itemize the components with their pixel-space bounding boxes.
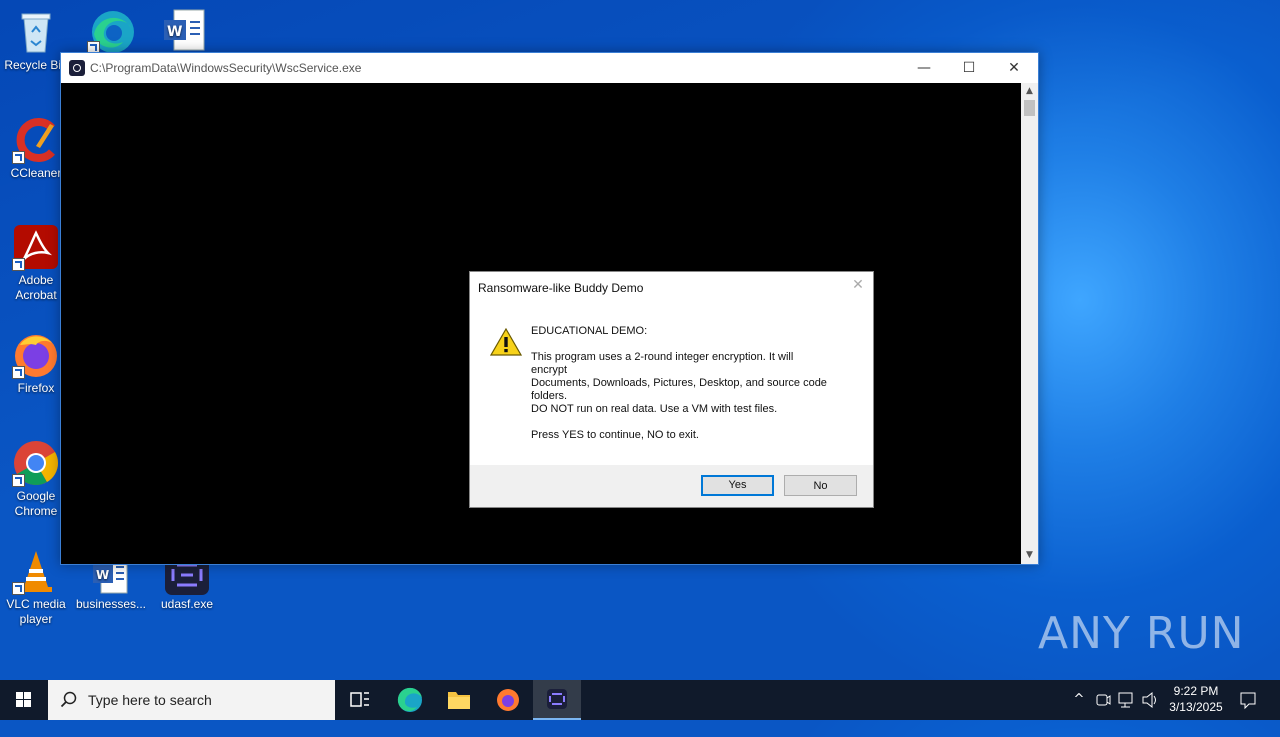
clock-time: 9:22 PM bbox=[1173, 684, 1219, 698]
adobe-acrobat-icon bbox=[12, 223, 60, 271]
taskbar-clock[interactable]: 9:22 PM 3/13/2025 bbox=[1163, 683, 1229, 715]
taskbar-firefox[interactable] bbox=[484, 680, 532, 720]
vlc-cone-icon bbox=[12, 547, 60, 595]
taskbar: Type here to search ^ 9:22 PM 3/13/2025 bbox=[0, 680, 1280, 720]
window-titlebar[interactable]: C:\ProgramData\WindowsSecurity\WscServic… bbox=[61, 53, 1038, 83]
word-document-icon: W bbox=[160, 6, 208, 54]
svg-text:W: W bbox=[167, 24, 182, 40]
shortcut-arrow-icon bbox=[12, 582, 25, 595]
svg-text:W: W bbox=[96, 568, 109, 582]
taskbar-search-box[interactable]: Type here to search bbox=[48, 680, 335, 720]
network-icon[interactable] bbox=[1116, 680, 1136, 720]
scroll-down-arrow-icon[interactable]: ▼ bbox=[1021, 547, 1038, 564]
scroll-up-arrow-icon[interactable]: ▲ bbox=[1021, 83, 1038, 100]
task-view-button[interactable] bbox=[336, 680, 384, 720]
no-button[interactable]: No bbox=[784, 475, 857, 496]
edge-icon bbox=[397, 687, 422, 712]
dialog-button-bar: Yes No bbox=[470, 465, 873, 507]
window-title: C:\ProgramData\WindowsSecurity\WscServic… bbox=[90, 61, 362, 75]
shortcut-arrow-icon bbox=[12, 258, 25, 271]
firefox-icon bbox=[497, 689, 519, 711]
desktop-icon-label: udasf.exe bbox=[160, 597, 214, 611]
scrollbar-thumb[interactable] bbox=[1024, 100, 1035, 116]
notifications-icon[interactable] bbox=[1232, 680, 1264, 720]
maximize-button[interactable]: ☐ bbox=[946, 53, 992, 83]
chrome-icon bbox=[12, 439, 60, 487]
dialog-close-icon[interactable]: ✕ bbox=[849, 276, 867, 294]
task-view-icon bbox=[350, 692, 369, 707]
dialog-body: This program uses a 2-round integer encr… bbox=[531, 351, 827, 415]
dialog-title: Ransomware-like Buddy Demo bbox=[478, 281, 644, 295]
start-button[interactable] bbox=[0, 680, 48, 720]
desktop-icon-edge[interactable] bbox=[75, 6, 147, 54]
volume-icon[interactable] bbox=[1139, 680, 1161, 720]
taskbar-wscservice[interactable] bbox=[533, 680, 581, 720]
clock-date: 3/13/2025 bbox=[1169, 700, 1223, 714]
desktop-icon-label: VLC media player bbox=[6, 597, 66, 626]
minimize-button[interactable]: — bbox=[901, 53, 947, 83]
search-placeholder: Type here to search bbox=[88, 692, 212, 708]
shortcut-arrow-icon bbox=[12, 474, 25, 487]
shortcut-arrow-icon bbox=[12, 151, 25, 164]
close-button[interactable]: ✕ bbox=[991, 53, 1037, 83]
dialog-heading: EDUCATIONAL DEMO: bbox=[531, 325, 648, 337]
message-dialog[interactable]: Ransomware-like Buddy Demo ✕ EDUCATIONAL… bbox=[469, 271, 874, 508]
taskbar-edge[interactable] bbox=[386, 680, 434, 720]
desktop-icon-word-doc[interactable]: W bbox=[148, 6, 220, 54]
taskbar-file-explorer[interactable] bbox=[435, 680, 483, 720]
ccleaner-icon bbox=[12, 116, 60, 164]
udasf-app-icon bbox=[547, 689, 567, 709]
desktop-icon-label: businesses... bbox=[75, 597, 147, 611]
vertical-scrollbar[interactable]: ▲ ▼ bbox=[1021, 83, 1038, 564]
search-icon bbox=[60, 691, 77, 708]
dialog-message: EDUCATIONAL DEMO: This program uses a 2-… bbox=[531, 325, 851, 455]
firefox-icon bbox=[12, 331, 60, 379]
dialog-prompt: Press YES to continue, NO to exit. bbox=[531, 429, 699, 441]
app-icon bbox=[69, 60, 85, 76]
warning-icon bbox=[489, 327, 523, 359]
shortcut-arrow-icon bbox=[12, 366, 25, 379]
folder-icon bbox=[448, 692, 470, 709]
meet-now-icon[interactable] bbox=[1093, 680, 1113, 720]
anyrun-watermark: ANY RUN bbox=[1038, 608, 1245, 659]
windows-logo-icon bbox=[16, 692, 31, 707]
edge-icon bbox=[87, 6, 135, 54]
show-hidden-icons-chevron-icon[interactable]: ^ bbox=[1068, 680, 1090, 720]
recycle-bin-icon bbox=[12, 8, 60, 56]
yes-button[interactable]: Yes bbox=[701, 475, 774, 496]
